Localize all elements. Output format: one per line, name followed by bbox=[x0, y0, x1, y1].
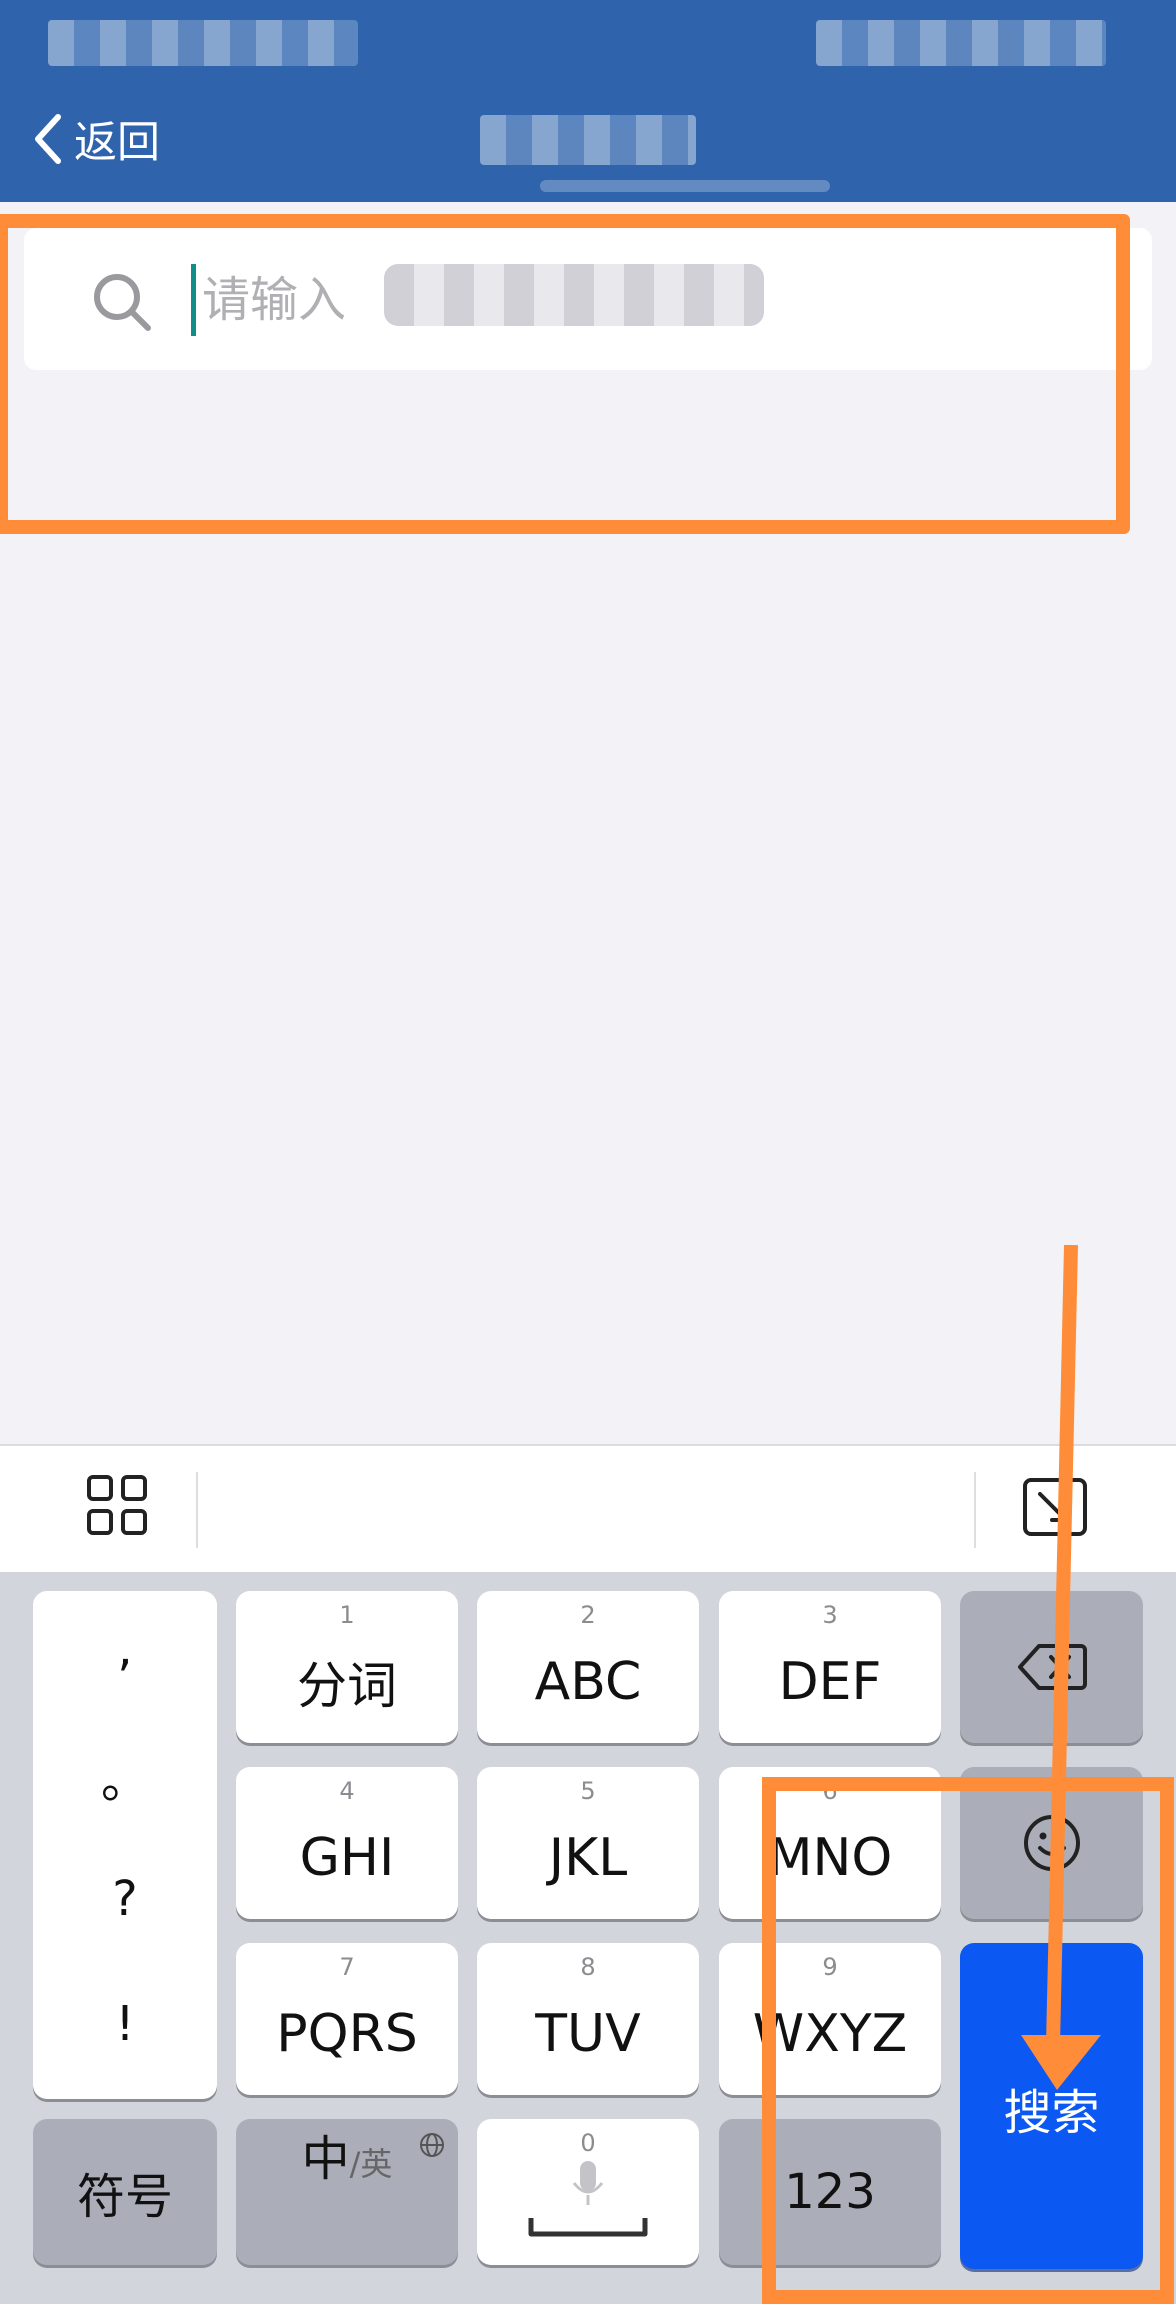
punctuation-column: , 。 ? ! bbox=[33, 1591, 217, 2099]
delete-key[interactable] bbox=[960, 1591, 1143, 1743]
globe-icon bbox=[420, 2133, 444, 2157]
symbols-key[interactable]: 符号 bbox=[33, 2119, 217, 2265]
key-question[interactable]: ? bbox=[33, 1871, 217, 1927]
search-icon bbox=[94, 274, 151, 331]
emoji-icon bbox=[1023, 1815, 1080, 1871]
toolbar-divider bbox=[196, 1472, 198, 1548]
language-switch-key[interactable]: 中 /英 bbox=[236, 2119, 458, 2265]
key-9-wxyz[interactable]: 9 WXYZ bbox=[719, 1943, 941, 2095]
toolbar-divider bbox=[974, 1472, 976, 1548]
key-exclamation[interactable]: ! bbox=[33, 1996, 217, 2052]
key-3-def[interactable]: 3 DEF bbox=[719, 1591, 941, 1743]
space-bar-icon bbox=[528, 2218, 648, 2237]
key-6-mno[interactable]: 6 MNO bbox=[719, 1767, 941, 1919]
microphone-icon bbox=[572, 2161, 604, 2205]
keyboard: , 。 ? ! 1 分词 2 ABC 3 DEF 4 GHI 5 JKL 6 M… bbox=[0, 1572, 1176, 2304]
text-cursor bbox=[191, 264, 196, 336]
key-7-pqrs[interactable]: 7 PQRS bbox=[236, 1943, 458, 2095]
key-4-ghi[interactable]: 4 GHI bbox=[236, 1767, 458, 1919]
page-title-blurred-shadow bbox=[540, 180, 830, 192]
keyboard-collapse-icon[interactable] bbox=[1022, 1474, 1088, 1540]
search-bar[interactable] bbox=[24, 228, 1152, 370]
key-1-fenci[interactable]: 1 分词 bbox=[236, 1591, 458, 1743]
status-bar-blurred-left bbox=[48, 20, 358, 66]
page-title-blurred bbox=[480, 115, 696, 165]
key-2-abc[interactable]: 2 ABC bbox=[477, 1591, 699, 1743]
space-key[interactable]: 0 bbox=[477, 2119, 699, 2265]
placeholder-blurred-text bbox=[384, 264, 764, 326]
keyboard-toolbar bbox=[0, 1444, 1176, 1572]
key-5-jkl[interactable]: 5 JKL bbox=[477, 1767, 699, 1919]
menu-grid-icon[interactable] bbox=[86, 1474, 148, 1536]
emoji-key[interactable] bbox=[960, 1767, 1143, 1919]
key-period[interactable]: 。 bbox=[33, 1741, 217, 1811]
status-bar-blurred-right bbox=[816, 20, 1106, 66]
back-label: 返回 bbox=[74, 118, 160, 168]
key-comma[interactable]: , bbox=[33, 1621, 217, 1677]
search-key[interactable]: 搜索 bbox=[960, 1943, 1143, 2269]
backspace-icon bbox=[1017, 1644, 1087, 1690]
navigation-bar: 返回 bbox=[0, 0, 1176, 202]
numbers-key[interactable]: 123 bbox=[719, 2119, 941, 2265]
key-8-tuv[interactable]: 8 TUV bbox=[477, 1943, 699, 2095]
back-button[interactable]: 返回 bbox=[32, 106, 160, 172]
chevron-left-icon bbox=[35, 114, 61, 164]
